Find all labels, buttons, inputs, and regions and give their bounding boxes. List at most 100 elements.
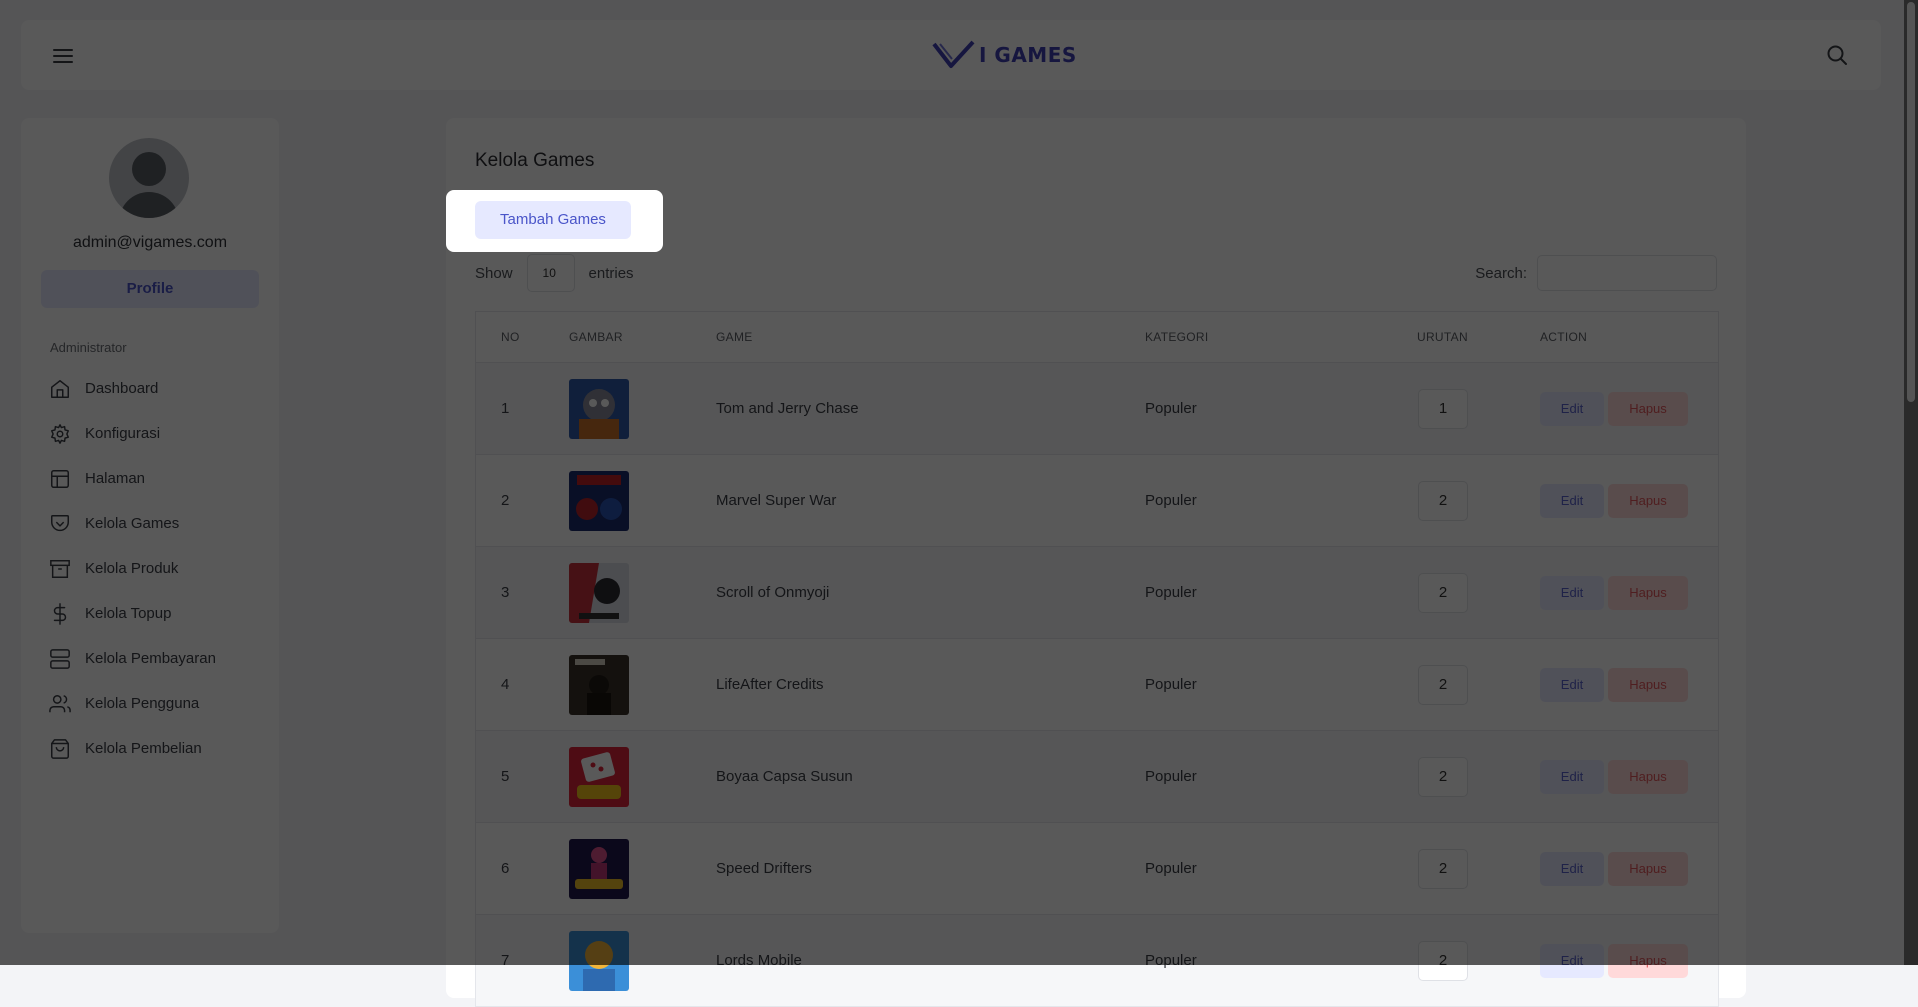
order-field: 2 (1417, 547, 1468, 638)
order-input[interactable]: 2 (1418, 664, 1468, 705)
entries-select[interactable]: 10 (526, 254, 575, 292)
column-header[interactable]: ACTION (1540, 312, 1587, 362)
sidebar-item-label: Kelola Produk (85, 560, 179, 577)
dollar-icon (53, 602, 67, 625)
layout-icon (51, 469, 69, 488)
table-search: Search: (1475, 254, 1717, 292)
game-name: LifeAfter Credits (716, 676, 824, 693)
order-input[interactable]: 2 (1418, 940, 1468, 981)
game-name: Tom and Jerry Chase (716, 400, 859, 417)
game-thumbnail (569, 915, 629, 1006)
search-icon[interactable] (1825, 43, 1849, 67)
page-scrollbar[interactable] (1904, 0, 1918, 965)
game-category: Populer (1145, 492, 1197, 509)
delete-button[interactable]: Hapus (1608, 667, 1688, 702)
edit-button[interactable]: Edit (1540, 943, 1604, 978)
game-thumbnail (569, 363, 629, 454)
delete-button[interactable]: Hapus (1608, 851, 1688, 886)
table-header-row: NO GAMBAR GAME KATEGORI URUTAN ACTION (476, 312, 1718, 363)
sidebar-item-label: Dashboard (85, 380, 159, 397)
sidebar-item-label: Kelola Pembayaran (85, 650, 216, 667)
sidebar-item-label: Konfigurasi (85, 425, 161, 442)
game-thumbnail (569, 823, 629, 914)
avatar (109, 138, 189, 218)
table-row: 3 Scroll of Onmyoji Populer 2 Edit Hapus (476, 547, 1718, 639)
sidebar-item-kelola-produk[interactable]: Kelola Produk (49, 546, 269, 591)
pocket-icon (51, 514, 69, 531)
edit-button[interactable]: Edit (1540, 483, 1604, 518)
order-field: 2 (1417, 823, 1468, 914)
users-icon (49, 694, 71, 712)
column-header[interactable]: URUTAN (1417, 312, 1468, 362)
delete-button[interactable]: Hapus (1608, 759, 1688, 794)
sidebar-item-kelola-games[interactable]: Kelola Games (49, 501, 269, 546)
games-table: NO GAMBAR GAME KATEGORI URUTAN ACTION 1 … (475, 311, 1719, 1007)
sidebar-item-label: Halaman (85, 470, 146, 487)
logo-text: I GAMES (979, 43, 1077, 67)
row-actions: Edit Hapus (1540, 823, 1688, 914)
show-label: Show (475, 264, 513, 282)
profile-button[interactable]: Profile (41, 270, 259, 308)
archive-icon (50, 559, 70, 578)
game-thumbnail (569, 547, 629, 638)
row-number: 3 (501, 584, 510, 601)
edit-button[interactable]: Edit (1540, 667, 1604, 702)
edit-button[interactable]: Edit (1540, 851, 1604, 886)
sidebar-item-konfigurasi[interactable]: Konfigurasi (49, 411, 269, 456)
order-input[interactable]: 2 (1418, 848, 1468, 889)
order-field: 2 (1417, 455, 1468, 546)
sidebar-item-label: Kelola Games (85, 515, 180, 532)
column-header[interactable]: GAME (716, 312, 753, 362)
highlight-spotlight: Tambah Games (446, 190, 663, 252)
sidebar-item-halaman[interactable]: Halaman (49, 456, 269, 501)
table-row: 4 LifeAfter Credits Populer 2 Edit Hapus (476, 639, 1718, 731)
game-thumbnail (569, 455, 629, 546)
column-header[interactable]: GAMBAR (569, 312, 623, 362)
entries-label: entries (588, 264, 634, 282)
game-thumbnail (569, 639, 629, 730)
table-row: 6 Speed Drifters Populer 2 Edit Hapus (476, 823, 1718, 915)
edit-button[interactable]: Edit (1540, 575, 1604, 610)
order-field: 1 (1417, 363, 1468, 454)
row-actions: Edit Hapus (1540, 915, 1688, 1006)
order-input[interactable]: 1 (1418, 388, 1468, 429)
edit-button[interactable]: Edit (1540, 391, 1604, 426)
delete-button[interactable]: Hapus (1608, 391, 1688, 426)
gear-icon (51, 423, 69, 444)
row-actions: Edit Hapus (1540, 731, 1688, 822)
search-input[interactable] (1537, 255, 1717, 291)
table-row: 5 Boyaa Capsa Susun Populer 2 Edit Hapus (476, 731, 1718, 823)
game-name: Scroll of Onmyoji (716, 584, 830, 601)
search-label: Search: (1475, 264, 1527, 282)
row-actions: Edit Hapus (1540, 363, 1688, 454)
sidebar-item-kelola-pembayaran[interactable]: Kelola Pembayaran (49, 636, 269, 681)
row-number: 6 (501, 860, 510, 877)
add-game-button[interactable]: Tambah Games (475, 201, 631, 239)
shopping-bag-icon (51, 738, 69, 759)
delete-button[interactable]: Hapus (1608, 575, 1688, 610)
sidebar-item-kelola-pengguna[interactable]: Kelola Pengguna (49, 681, 269, 726)
row-number: 5 (501, 768, 510, 785)
sidebar-item-kelola-pembelian[interactable]: Kelola Pembelian (49, 726, 269, 771)
sidebar-item-dashboard[interactable]: Dashboard (49, 366, 269, 411)
order-input[interactable]: 2 (1418, 480, 1468, 521)
row-number: 4 (501, 676, 510, 693)
order-field: 2 (1417, 915, 1468, 1006)
game-name: Lords Mobile (716, 952, 802, 969)
delete-button[interactable]: Hapus (1608, 483, 1688, 518)
sidebar-item-label: Kelola Pembelian (85, 740, 202, 757)
sidebar-item-kelola-topup[interactable]: Kelola Topup (49, 591, 269, 636)
order-input[interactable]: 2 (1418, 572, 1468, 613)
delete-button[interactable]: Hapus (1608, 943, 1688, 978)
hamburger-icon[interactable] (53, 45, 75, 65)
game-category: Populer (1145, 768, 1197, 785)
order-input[interactable]: 2 (1418, 756, 1468, 797)
scrollbar-thumb[interactable] (1907, 2, 1915, 402)
game-category: Populer (1145, 400, 1197, 417)
column-header[interactable]: NO (501, 312, 520, 362)
edit-button[interactable]: Edit (1540, 759, 1604, 794)
sidebar-section-label: Administrator (50, 340, 127, 355)
brand-logo[interactable]: I GAMES (931, 38, 1077, 72)
logo-mark-icon (932, 40, 975, 68)
column-header[interactable]: KATEGORI (1145, 312, 1209, 362)
